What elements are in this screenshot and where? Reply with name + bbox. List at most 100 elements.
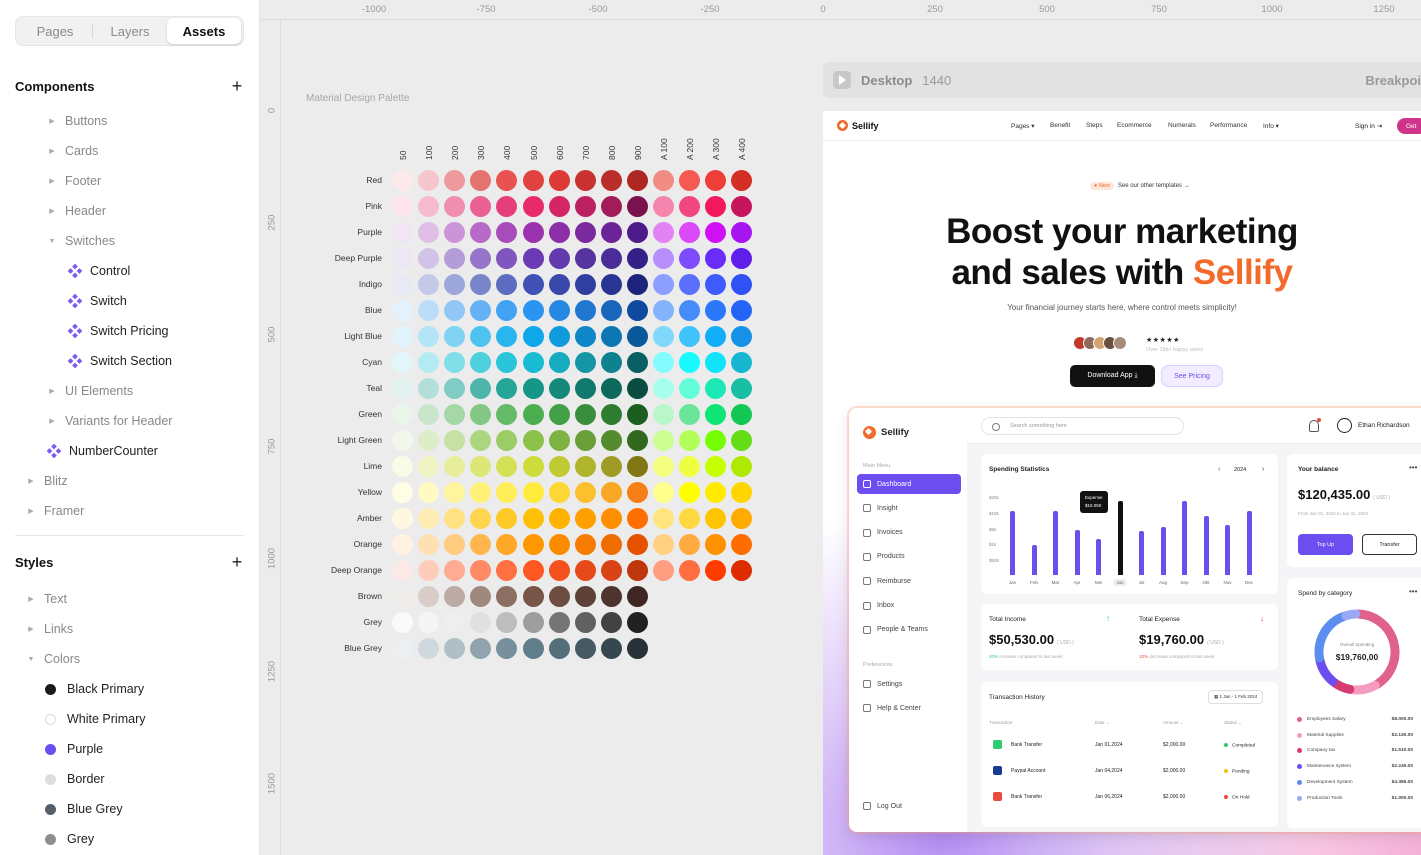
donut-segment-production-tools[interactable] xyxy=(1341,609,1361,621)
color-swatch[interactable] xyxy=(392,560,413,581)
color-swatch[interactable] xyxy=(626,534,648,555)
color-swatch[interactable] xyxy=(705,456,727,477)
color-swatch[interactable] xyxy=(470,300,492,321)
color-swatch[interactable] xyxy=(496,482,518,503)
caret-icon[interactable]: ▶ xyxy=(26,625,36,633)
color-swatch[interactable] xyxy=(626,170,648,191)
color-swatch[interactable] xyxy=(470,508,492,529)
menu-item-reimburse[interactable]: Reimburse xyxy=(857,571,961,591)
color-swatch[interactable] xyxy=(653,534,674,555)
color-swatch[interactable] xyxy=(731,274,753,295)
color-swatch[interactable] xyxy=(705,326,727,347)
color-swatch[interactable] xyxy=(705,508,727,529)
color-swatch[interactable] xyxy=(574,482,596,503)
color-swatch[interactable] xyxy=(600,586,622,607)
color-swatch[interactable] xyxy=(574,170,596,191)
dashboard-logo[interactable]: Sellify xyxy=(863,426,909,439)
color-swatch[interactable] xyxy=(600,482,622,503)
color-swatch[interactable] xyxy=(444,352,466,373)
color-swatch[interactable] xyxy=(705,222,727,243)
add-style-icon[interactable]: + xyxy=(230,553,244,571)
color-swatch[interactable] xyxy=(548,352,570,373)
color-swatch[interactable] xyxy=(444,326,466,347)
color-swatch[interactable] xyxy=(418,560,440,581)
component-switches[interactable]: ▼ Switches xyxy=(47,231,116,251)
color-swatch[interactable] xyxy=(731,482,753,503)
color-swatch[interactable] xyxy=(548,404,570,425)
bar-apr[interactable] xyxy=(1074,530,1080,575)
caret-icon[interactable]: ▶ xyxy=(26,507,36,515)
color-swatch[interactable] xyxy=(392,534,413,555)
download-app-button[interactable]: Download App ⤓ xyxy=(1070,365,1155,387)
menu-item-settings[interactable]: Settings xyxy=(857,674,961,694)
breakpoint-label[interactable]: Breakpoi xyxy=(1365,73,1421,88)
color-swatch[interactable] xyxy=(522,196,544,217)
color-swatch[interactable] xyxy=(522,300,544,321)
color-swatch[interactable] xyxy=(705,352,727,373)
color-swatch[interactable] xyxy=(392,352,413,373)
color-swatch[interactable] xyxy=(470,170,492,191)
color-swatch[interactable] xyxy=(548,586,570,607)
color-swatch[interactable] xyxy=(392,508,413,529)
caret-icon[interactable]: ▶ xyxy=(26,595,36,603)
color-swatch[interactable] xyxy=(600,378,622,399)
component-cards[interactable]: ▶ Cards xyxy=(47,141,98,161)
color-swatch[interactable] xyxy=(496,274,518,295)
color-swatch[interactable] xyxy=(392,222,413,243)
color-swatch[interactable] xyxy=(574,326,596,347)
donut-segment-material-supplies[interactable] xyxy=(1347,680,1380,695)
menu-item-help[interactable]: Help & Center xyxy=(857,698,961,718)
new-templates-pill[interactable]: ● New See our other templates → xyxy=(1090,182,1190,190)
caret-icon[interactable]: ▶ xyxy=(47,387,57,395)
color-swatch[interactable] xyxy=(600,404,622,425)
style-purple[interactable]: Purple xyxy=(45,739,103,759)
color-swatch[interactable] xyxy=(392,586,413,607)
color-swatch[interactable] xyxy=(626,404,648,425)
color-swatch[interactable] xyxy=(731,404,753,425)
color-swatch[interactable] xyxy=(705,482,727,503)
color-swatch[interactable] xyxy=(653,196,674,217)
color-swatch[interactable] xyxy=(470,638,492,659)
component-header[interactable]: ▶ Header xyxy=(47,201,106,221)
caret-icon[interactable]: ▶ xyxy=(47,177,57,185)
color-swatch[interactable] xyxy=(496,404,518,425)
color-swatch[interactable] xyxy=(653,508,674,529)
color-swatch[interactable] xyxy=(548,612,570,633)
color-swatch[interactable] xyxy=(444,404,466,425)
color-swatch[interactable] xyxy=(653,352,674,373)
color-swatch[interactable] xyxy=(574,378,596,399)
bar-mei[interactable] xyxy=(1096,539,1101,575)
color-swatch[interactable] xyxy=(418,586,440,607)
color-swatch[interactable] xyxy=(731,170,753,191)
color-swatch[interactable] xyxy=(522,534,544,555)
color-swatch[interactable] xyxy=(392,326,413,347)
color-swatch[interactable] xyxy=(600,456,622,477)
color-swatch[interactable] xyxy=(653,170,674,191)
color-swatch[interactable] xyxy=(626,326,648,347)
component-switch-pricing[interactable]: Switch Pricing xyxy=(67,321,169,341)
color-swatch[interactable] xyxy=(522,170,544,191)
color-swatch[interactable] xyxy=(418,170,440,191)
color-swatch[interactable] xyxy=(679,326,701,347)
bar-jul[interactable] xyxy=(1139,530,1144,575)
color-swatch[interactable] xyxy=(444,378,466,399)
see-pricing-button[interactable]: See Pricing xyxy=(1161,365,1223,387)
menu-item-invoices[interactable]: Invoices xyxy=(857,523,961,543)
color-swatch[interactable] xyxy=(731,456,753,477)
date-range-picker[interactable]: ▦ 1 Jan - 1 Feb 2024 xyxy=(1208,690,1264,704)
donut-segment-company-tax[interactable] xyxy=(1330,678,1355,694)
color-swatch[interactable] xyxy=(418,482,440,503)
color-swatch[interactable] xyxy=(496,456,518,477)
color-swatch[interactable] xyxy=(496,534,518,555)
site-logo[interactable]: Sellify xyxy=(837,120,879,131)
menu-item-dashboard[interactable]: Dashboard xyxy=(857,474,961,494)
color-swatch[interactable] xyxy=(392,248,413,269)
color-swatch[interactable] xyxy=(705,274,727,295)
color-swatch[interactable] xyxy=(522,222,544,243)
color-swatch[interactable] xyxy=(600,508,622,529)
color-swatch[interactable] xyxy=(444,222,466,243)
color-swatch[interactable] xyxy=(548,560,570,581)
color-swatch[interactable] xyxy=(626,612,648,633)
color-swatch[interactable] xyxy=(626,456,648,477)
preview-play-icon[interactable] xyxy=(833,71,851,89)
